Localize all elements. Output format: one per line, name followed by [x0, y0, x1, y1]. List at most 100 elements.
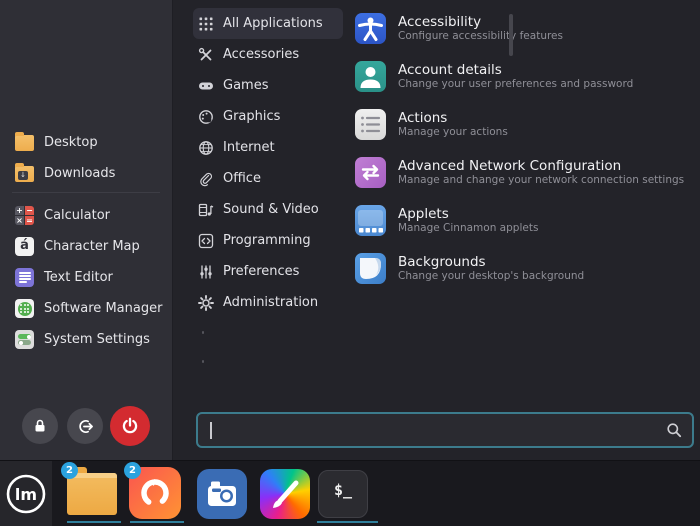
search-input[interactable] — [211, 422, 666, 438]
folder-download-icon: ↓ — [14, 163, 35, 184]
sidebar-item-downloads[interactable]: ↓ Downloads — [0, 158, 173, 189]
calculator-icon: + − × = — [15, 206, 34, 225]
category-graphics[interactable]: Graphics — [193, 101, 343, 132]
category-office[interactable]: Office — [193, 163, 343, 194]
category-all-applications[interactable]: All Applications — [193, 8, 343, 39]
svg-text:lm: lm — [15, 485, 37, 504]
sliders-icon — [200, 265, 212, 278]
category-accessories[interactable]: Accessories — [193, 39, 343, 70]
app-title: Backgrounds — [398, 253, 486, 270]
media-icon — [198, 203, 214, 216]
sidebar-item-label: Software Manager — [44, 301, 163, 316]
app-title: Account details — [398, 61, 502, 78]
backgrounds-icon — [355, 252, 386, 284]
category-administration[interactable]: Administration — [193, 287, 343, 318]
taskbar-launcher-camera[interactable] — [194, 465, 250, 523]
category-list: All Applications Accessories Games Graph… — [193, 8, 343, 318]
window-count-badge: 2 — [124, 462, 141, 479]
sidebar-item-label: System Settings — [44, 332, 150, 347]
search-box[interactable] — [196, 412, 694, 448]
paintbrush-icon — [260, 469, 310, 519]
lock-icon — [35, 419, 45, 432]
app-description: Change your desktop's background — [398, 269, 585, 282]
system-settings-icon — [14, 329, 35, 350]
network-arrows-icon — [355, 156, 386, 188]
gear-icon — [198, 294, 214, 311]
taskbar-launcher-drawing[interactable] — [257, 465, 313, 523]
terminal-icon: $_ — [318, 470, 368, 518]
application-list: Accessibility Configure accessibility fe… — [355, 4, 685, 292]
app-row-accessibility[interactable]: Accessibility Configure accessibility fe… — [355, 4, 685, 52]
sidebar-separator — [12, 192, 160, 193]
category-label: Accessories — [223, 47, 300, 62]
taskbar-launcher-firefox[interactable]: 2 — [124, 462, 183, 523]
sidebar-item-label: Character Map — [44, 239, 140, 254]
faint-dot — [202, 331, 204, 334]
lock-screen-button[interactable] — [22, 408, 58, 444]
running-indicator — [317, 521, 378, 523]
mint-logo-icon: lm — [6, 474, 46, 514]
sidebar-places: Desktop ↓ Downloads — [0, 127, 173, 189]
sidebar-item-desktop[interactable]: Desktop — [0, 127, 173, 158]
faint-dot — [202, 360, 204, 363]
gamepad-icon — [199, 82, 213, 89]
search-icon — [667, 423, 682, 438]
applets-icon — [355, 204, 386, 236]
folder-icon — [14, 132, 35, 153]
app-list-scrollbar[interactable] — [509, 14, 513, 56]
category-sound-video[interactable]: Sound & Video — [193, 194, 343, 225]
category-programming[interactable]: Programming — [193, 225, 343, 256]
logout-button[interactable] — [67, 408, 103, 444]
category-label: Preferences — [223, 264, 300, 279]
category-preferences[interactable]: Preferences — [193, 256, 343, 287]
category-label: All Applications — [223, 16, 323, 31]
category-games[interactable]: Games — [193, 70, 343, 101]
app-title: Advanced Network Configuration — [398, 157, 622, 174]
app-description: Manage and change your network connectio… — [398, 173, 685, 186]
app-title: Accessibility — [398, 13, 482, 30]
category-internet[interactable]: Internet — [193, 132, 343, 163]
files-icon — [67, 467, 117, 515]
taskbar-launcher-terminal[interactable]: $_ — [315, 465, 371, 523]
text-editor-icon — [14, 267, 35, 288]
app-description: Manage Cinnamon applets — [398, 221, 539, 234]
terminal-prompt-glyph: $_ — [333, 481, 353, 499]
category-label: Administration — [223, 295, 319, 310]
running-indicator — [130, 521, 184, 523]
app-description: Configure accessibility features — [398, 29, 563, 42]
sidebar-item-label: Desktop — [44, 135, 98, 150]
app-row-applets[interactable]: Applets Manage Cinnamon applets — [355, 196, 685, 244]
taskbar-launcher-files[interactable]: 2 — [61, 462, 120, 523]
app-row-actions[interactable]: Actions Manage your actions — [355, 100, 685, 148]
category-label: Sound & Video — [223, 202, 319, 217]
tools-icon — [198, 47, 212, 60]
sidebar-item-label: Calculator — [44, 208, 111, 223]
app-title: Applets — [398, 205, 449, 222]
sidebar-item-calculator[interactable]: + − × = Calculator — [0, 200, 173, 231]
taskbar-panel: lm 2 2 $_ — [0, 460, 700, 526]
category-label: Internet — [223, 140, 275, 155]
paperclip-icon — [200, 172, 213, 186]
list-icon — [355, 108, 386, 140]
sidebar-item-system-settings[interactable]: System Settings — [0, 324, 173, 355]
menu-sidebar: Desktop ↓ Downloads + − × = Calculator á… — [0, 0, 173, 460]
code-icon — [198, 233, 214, 248]
sidebar-item-text-editor[interactable]: Text Editor — [0, 262, 173, 293]
app-row-advanced-network-configuration[interactable]: Advanced Network Configuration Manage an… — [355, 148, 685, 196]
menu-button[interactable]: lm — [0, 461, 52, 526]
camera-icon — [197, 469, 247, 519]
palette-icon — [199, 109, 213, 124]
user-icon — [355, 60, 386, 92]
grid-icon — [199, 17, 213, 30]
app-row-account-details[interactable]: Account details Change your user prefere… — [355, 52, 685, 100]
power-icon — [122, 417, 138, 434]
shutdown-button[interactable] — [110, 406, 150, 446]
sidebar-item-character-map[interactable]: á Character Map — [0, 231, 173, 262]
sidebar-item-software-manager[interactable]: Software Manager — [0, 293, 173, 324]
app-row-backgrounds[interactable]: Backgrounds Change your desktop's backgr… — [355, 244, 685, 292]
session-buttons — [0, 404, 173, 448]
desktop-screen: Desktop ↓ Downloads + − × = Calculator á… — [0, 0, 700, 526]
category-label: Office — [223, 171, 261, 186]
category-label: Programming — [223, 233, 311, 248]
mint-menu-popup: Desktop ↓ Downloads + − × = Calculator á… — [0, 0, 700, 460]
